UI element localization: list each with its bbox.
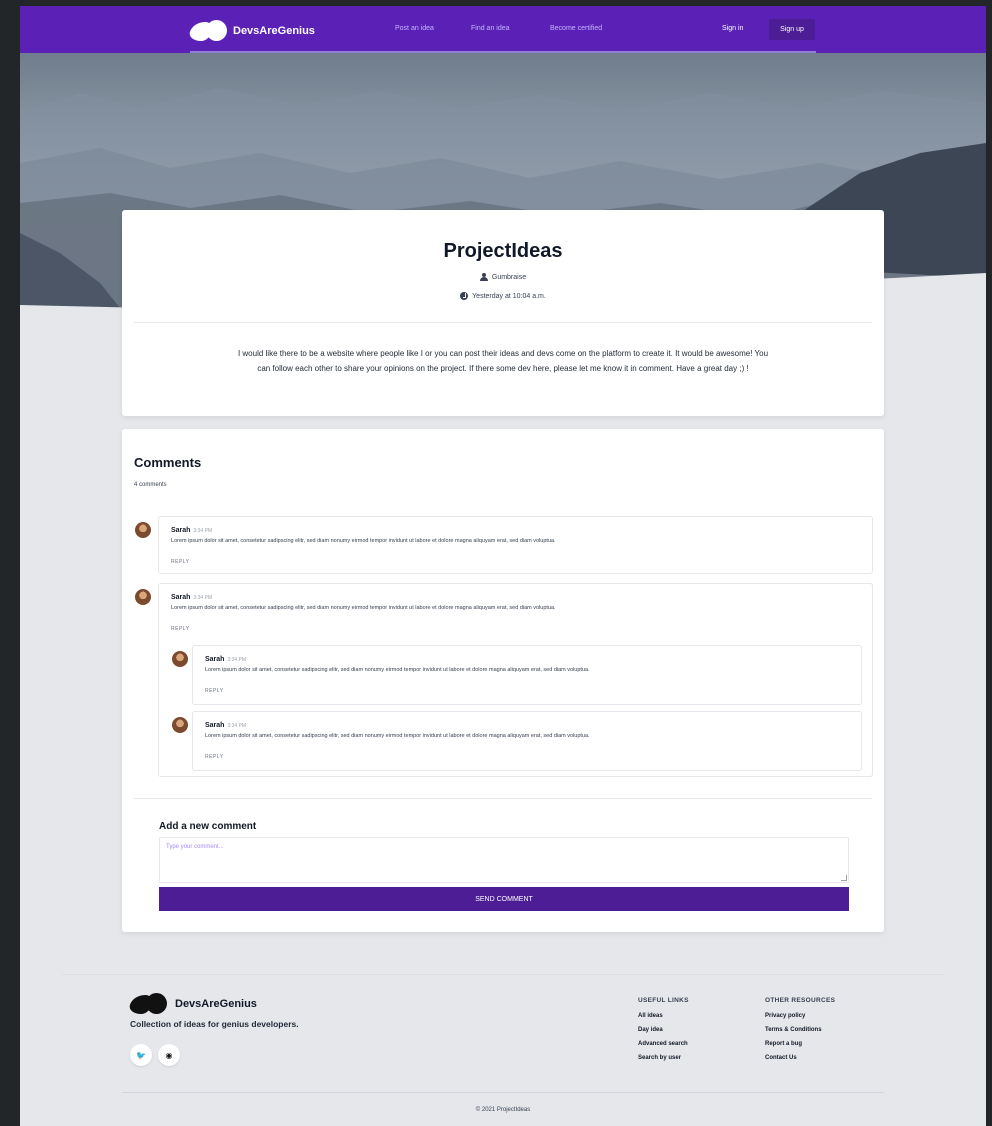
- post-body: I would like there to be a website where…: [237, 349, 769, 373]
- footer-link-contact[interactable]: Contact Us: [765, 1051, 835, 1065]
- comment-time: 3:34 PM: [193, 528, 213, 534]
- footer-link-search-by-user[interactable]: Search by user: [638, 1051, 689, 1065]
- reply-button[interactable]: REPLY: [205, 688, 224, 694]
- post-author: Gumbraise: [122, 273, 884, 281]
- post-date-text: Yesterday at 10:04 a.m.: [472, 292, 546, 300]
- avatar[interactable]: [172, 717, 188, 733]
- clock-icon: [460, 292, 469, 300]
- footer-bottom-divider: [122, 1092, 884, 1093]
- footer-link-report-bug[interactable]: Report a bug: [765, 1037, 835, 1051]
- footer-useful-links-title: USEFUL LINKS: [638, 997, 689, 1004]
- comment-header: Sarah 3:34 PM: [171, 594, 212, 601]
- sign-in-link[interactable]: Sign in: [722, 25, 743, 32]
- copyright: © 2021 ProjectIdeas: [475, 1107, 531, 1113]
- brand-name: DevsAreGenius: [233, 25, 315, 37]
- twitter-button[interactable]: 🐦: [130, 1044, 152, 1066]
- comment-reply-item: Sarah 3:34 PM Lorem ipsum dolor sit amet,…: [192, 711, 862, 771]
- post-card: ProjectIdeas Gumbraise Yesterday at 10:0…: [122, 210, 884, 416]
- twitter-icon: 🐦: [136, 1050, 146, 1060]
- post-date: Yesterday at 10:04 a.m.: [122, 292, 884, 300]
- footer-other-resources-title: OTHER RESOURCES: [765, 997, 836, 1004]
- top-navbar: DevsAreGenius Post an idea Find an idea …: [20, 6, 986, 53]
- comment-author[interactable]: Sarah: [205, 656, 224, 663]
- comments-divider: [134, 798, 872, 799]
- resize-grip-icon[interactable]: [841, 875, 847, 881]
- footer-tagline: Collection of ideas for genius developer…: [130, 1019, 299, 1029]
- post-title: ProjectIdeas: [443, 240, 563, 262]
- comment-text: Lorem ipsum dolor sit amet, consetetur s…: [205, 667, 590, 673]
- footer-logo-icon: [127, 993, 167, 1015]
- comment-item: Sarah 3:34 PM Lorem ipsum dolor sit amet,…: [158, 516, 873, 574]
- footer-other-resources: OTHER RESOURCES Privacy policy Terms & C…: [765, 997, 835, 1065]
- nav-become-certified-link[interactable]: Become certified: [550, 25, 602, 32]
- nav-find-idea-link[interactable]: Find an idea: [471, 25, 510, 32]
- sign-up-button[interactable]: Sign up: [769, 19, 815, 40]
- comment-text: Lorem ipsum dolor sit amet, consetetur s…: [205, 733, 590, 739]
- comment-textarea[interactable]: [159, 837, 849, 883]
- nav-post-idea-link[interactable]: Post an idea: [395, 25, 434, 32]
- footer-link-all-ideas[interactable]: All ideas: [638, 1009, 689, 1023]
- reply-button[interactable]: REPLY: [171, 559, 190, 565]
- comment-reply-item: Sarah 3:34 PM Lorem ipsum dolor sit amet,…: [192, 645, 862, 705]
- comment-header: Sarah 3:34 PM: [205, 656, 246, 663]
- footer-top-divider: [62, 974, 944, 975]
- comment-time: 3:34 PM: [227, 723, 247, 729]
- comments-count: 4 comments: [134, 482, 167, 488]
- comment-item: Sarah 3:34 PM Lorem ipsum dolor sit amet,…: [158, 583, 873, 777]
- comment-text: Lorem ipsum dolor sit amet, consetetur s…: [171, 605, 556, 611]
- comment-text: Lorem ipsum dolor sit amet, consetetur s…: [171, 538, 556, 544]
- post-author-name[interactable]: Gumbraise: [492, 274, 526, 281]
- avatar[interactable]: [135, 522, 151, 538]
- user-icon: [479, 273, 488, 281]
- comment-header: Sarah 3:34 PM: [205, 722, 246, 729]
- brand-logo-link[interactable]: DevsAreGenius: [187, 20, 315, 42]
- comment-time: 3:34 PM: [227, 657, 247, 663]
- footer-brand[interactable]: DevsAreGenius: [127, 993, 257, 1015]
- post-divider: [134, 322, 872, 323]
- avatar[interactable]: [172, 651, 188, 667]
- footer-link-advanced-search[interactable]: Advanced search: [638, 1037, 689, 1051]
- comment-author[interactable]: Sarah: [171, 594, 190, 601]
- github-button[interactable]: ◉: [158, 1044, 180, 1066]
- comment-author[interactable]: Sarah: [205, 722, 224, 729]
- comments-heading: Comments: [134, 455, 202, 470]
- footer-link-day-idea[interactable]: Day idea: [638, 1023, 689, 1037]
- footer-link-privacy-policy[interactable]: Privacy policy: [765, 1009, 835, 1023]
- footer-brand-name: DevsAreGenius: [175, 998, 257, 1010]
- comments-card: Comments 4 comments Sarah 3:34 PM Lorem i…: [122, 429, 884, 932]
- page: DevsAreGenius Post an idea Find an idea …: [20, 6, 986, 1126]
- avatar[interactable]: [135, 589, 151, 605]
- brand-logo-icon: [187, 20, 227, 42]
- comment-author[interactable]: Sarah: [171, 527, 190, 534]
- footer-link-terms[interactable]: Terms & Conditions: [765, 1023, 835, 1037]
- github-icon: ◉: [165, 1050, 173, 1060]
- send-comment-button[interactable]: SEND COMMENT: [159, 887, 849, 911]
- reply-button[interactable]: REPLY: [205, 754, 224, 760]
- reply-button[interactable]: REPLY: [171, 626, 190, 632]
- comment-time: 3:34 PM: [193, 595, 213, 601]
- add-comment-heading: Add a new comment: [159, 821, 257, 832]
- navbar-inner: DevsAreGenius Post an idea Find an idea …: [187, 6, 816, 53]
- footer-useful-links: USEFUL LINKS All ideas Day idea Advanced…: [638, 997, 689, 1065]
- comment-header: Sarah 3:34 PM: [171, 527, 212, 534]
